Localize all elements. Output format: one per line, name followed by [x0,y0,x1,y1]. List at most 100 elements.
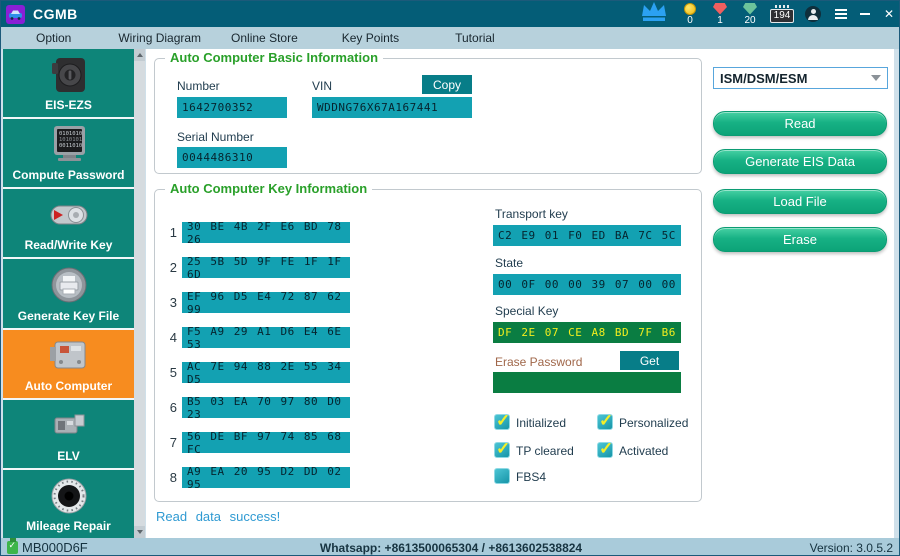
points-count: 194 [769,9,795,23]
key-row-index: 2 [169,260,177,275]
checkbox-initialized[interactable] [494,411,510,431]
coin-counter: 0 [675,2,705,26]
emerald-count: 20 [744,14,756,26]
sidebar-item-compute-password[interactable]: 0101010 1010101 0011010 Compute Password [3,119,134,188]
special-key-field[interactable]: DF 2E 07 CE A8 BD 7F B6 [493,322,681,343]
read-button[interactable]: Read [713,111,887,136]
copy-button[interactable]: Copy [422,75,472,94]
device-connected-icon [7,538,18,554]
state-field[interactable]: 00 0F 00 00 39 07 00 00 [493,274,681,295]
crown-icon [639,1,669,28]
hamburger-icon [835,9,847,19]
key-row-index: 5 [169,365,177,380]
key-row-field-4[interactable]: F5 A9 29 A1 D6 E4 6E 53 [182,325,350,351]
status-bar: Whatsapp: +8613500065304 / +861360253882… [1,538,899,555]
car-key-icon [50,205,87,225]
key-row-field-7[interactable]: 56 DE BF 97 74 85 68 FC [182,430,350,456]
app-window: CGMB 0 1 20 194 ✕ Option Wiring Diagram … [0,0,900,556]
module-select[interactable]: ISM/DSM/ESM [713,67,888,89]
key-row-field-3[interactable]: EF 96 D5 E4 72 87 62 99 [182,290,350,316]
key-row-field-5[interactable]: AC 7E 94 88 2E 55 34 D5 [182,360,350,386]
minimize-button[interactable] [853,1,877,27]
ruby-counter: 1 [705,2,735,26]
sidebar-item-auto-computer[interactable]: Auto Computer [3,329,134,398]
menu-button[interactable] [829,1,853,27]
menu-item-wiring-diagram[interactable]: Wiring Diagram [118,31,201,45]
generate-eis-data-button[interactable]: Generate EIS Data [713,149,887,174]
key-row-field-2[interactable]: 25 5B 5D 9F FE 1F 1F 6D [182,255,350,281]
window-title: CGMB [33,6,78,22]
erase-password-field[interactable] [493,372,681,393]
ruby-icon [713,2,727,15]
sidebar-item-generate-key-file[interactable]: Generate Key File [3,259,134,328]
key-row-index: 6 [169,400,177,415]
basic-info-group: Auto Computer Basic Information Number 1… [154,50,702,174]
emerald-counter: 20 [735,2,765,26]
number-label: Number [177,79,220,93]
elv-module-icon [54,414,84,434]
odometer-gauge-icon [51,478,86,514]
version-label: Version: 3.0.5.2 [809,540,893,555]
checkbox-tp-cleared-label: TP cleared [516,444,574,458]
checkbox-personalized-label: Personalized [619,416,689,430]
checkbox-fbs4-label: FBS4 [516,470,547,484]
title-bar: CGMB 0 1 20 194 ✕ [1,1,899,28]
module-select-value: ISM/DSM/ESM [720,70,808,86]
key-row-index: 8 [169,470,177,485]
sidebar: EIS-EZS 0101010 1010101 0011010 Compute … [3,49,134,538]
key-row-field-6[interactable]: B5 03 EA 70 97 80 D0 23 [182,395,350,421]
key-file-printer-icon [51,267,86,303]
app-logo-icon [6,4,25,24]
vin-field[interactable]: WDDNG76X67A167441 [312,97,472,118]
transport-key-field[interactable]: C2 E9 01 F0 ED BA 7C 5C [493,225,681,246]
key-row-field-8[interactable]: A9 EA 20 95 D2 DD 02 95 [182,465,350,491]
checkbox-fbs4[interactable] [494,468,510,484]
whatsapp-contact: Whatsapp: +8613500065304 / +861360253882… [319,540,583,555]
get-button[interactable]: Get [620,351,679,370]
sidebar-item-eis-ezs[interactable]: EIS-EZS [3,49,134,118]
state-label: State [495,256,524,270]
ignition-lock-icon [51,58,85,92]
menu-item-option[interactable]: Option [36,31,71,45]
key-row-index: 3 [169,295,177,310]
minimize-icon [860,13,870,15]
erase-password-label: Erase Password [495,355,583,369]
transport-key-label: Transport key [495,207,568,221]
binary-monitor-icon: 0101010 1010101 0011010 [53,126,85,162]
erase-button[interactable]: Erase [713,227,887,252]
account-icon[interactable] [805,6,821,22]
key-row-field-1[interactable]: 30 BE 4B 2F E6 BD 78 26 [182,220,350,246]
serial-number-field[interactable]: 0044486310 [177,147,287,168]
checkbox-personalized[interactable] [597,411,613,431]
menu-item-online-store[interactable]: Online Store [231,31,298,45]
checkbox-initialized-label: Initialized [516,416,567,430]
load-file-button[interactable]: Load File [713,189,887,214]
key-row-index: 7 [169,435,177,450]
sidebar-item-elv[interactable]: ELV [3,399,134,468]
sidebar-scrollbar[interactable] [134,49,145,538]
menu-item-key-points[interactable]: Key Points [342,31,399,45]
car-icon [9,10,22,20]
sidebar-item-mileage-repair[interactable]: Mileage Repair [3,469,134,538]
key-info-title: Auto Computer Key Information [165,181,373,196]
points-counter-icon: 194 [765,5,799,23]
serial-number-label: Serial Number [177,130,254,144]
ruby-count: 1 [717,14,723,26]
vin-label: VIN [312,79,333,93]
key-row-index: 4 [169,330,177,345]
checkbox-tp-cleared[interactable] [494,439,510,459]
chevron-down-icon [871,75,881,81]
menu-item-tutorial[interactable]: Tutorial [455,31,495,45]
number-field[interactable]: 1642700352 [177,97,287,118]
checkbox-activated[interactable] [597,439,613,459]
status-message: Read data success! [156,509,281,524]
key-info-group: Auto Computer Key Information 1 30 BE 4B… [154,181,702,502]
scroll-up-icon[interactable] [134,49,145,61]
checkbox-activated-label: Activated [619,444,669,458]
svg-text:0011010: 0011010 [59,143,82,149]
basic-info-title: Auto Computer Basic Information [165,50,384,65]
sidebar-item-read-write-key[interactable]: Read/Write Key [3,189,134,258]
key-row-index: 1 [169,225,177,240]
close-button[interactable]: ✕ [877,1,899,27]
scroll-down-icon[interactable] [134,526,145,538]
